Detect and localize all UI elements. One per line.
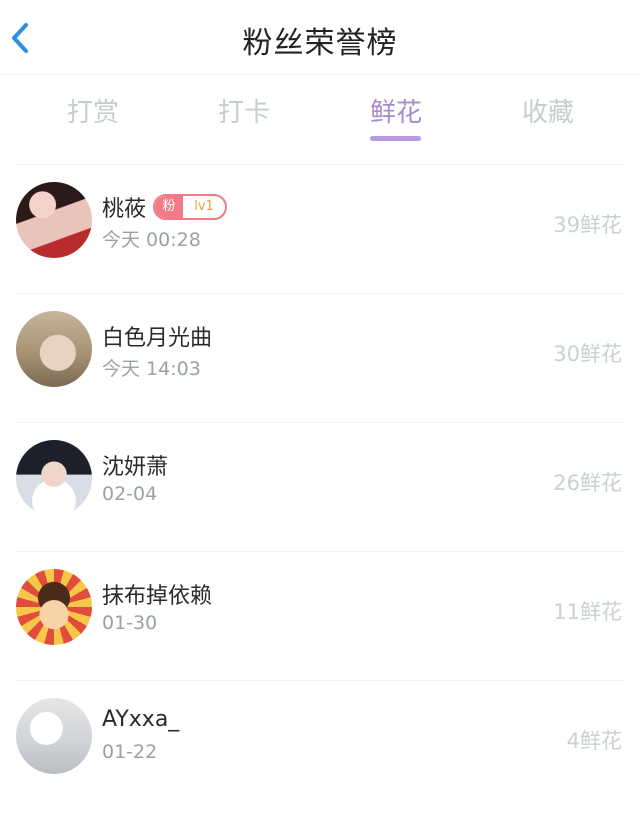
flower-count: 39鲜花 bbox=[553, 213, 622, 237]
tab-reward[interactable]: 打赏 bbox=[33, 92, 153, 129]
list-item[interactable]: 沈妍萧 02-04 26鲜花 bbox=[0, 423, 640, 552]
timestamp: 01-30 bbox=[102, 612, 158, 634]
badge-level-label: lv1 bbox=[194, 199, 214, 214]
flower-count: 26鲜花 bbox=[553, 471, 622, 495]
avatar[interactable] bbox=[16, 182, 92, 258]
flower-count: 4鲜花 bbox=[566, 729, 622, 753]
tab-bar: 打赏 打卡 鲜花 收藏 bbox=[0, 74, 640, 164]
flower-count: 30鲜花 bbox=[553, 342, 622, 366]
user-name: 抹布掉依赖 bbox=[102, 584, 213, 609]
list-item[interactable]: 抹布掉依赖 01-30 11鲜花 bbox=[0, 552, 640, 681]
tab-flowers[interactable]: 鲜花 bbox=[336, 92, 456, 129]
avatar[interactable] bbox=[16, 569, 92, 645]
top-bar: 粉丝荣誉榜 bbox=[0, 0, 640, 75]
list-item[interactable]: 白色月光曲 今天 14:03 30鲜花 bbox=[0, 294, 640, 423]
timestamp: 02-04 bbox=[102, 483, 158, 505]
list-item[interactable]: 桃莜 粉 lv1 今天 00:28 39鲜花 bbox=[0, 165, 640, 294]
flower-count: 11鲜花 bbox=[553, 600, 622, 624]
timestamp: 01-22 bbox=[102, 741, 158, 763]
user-name: AYxxa_ bbox=[102, 707, 180, 732]
active-tab-indicator bbox=[370, 136, 421, 141]
tab-checkin[interactable]: 打卡 bbox=[184, 92, 304, 129]
fan-level-badge: 粉 lv1 bbox=[153, 194, 227, 220]
avatar[interactable] bbox=[16, 698, 92, 774]
avatar[interactable] bbox=[16, 440, 92, 516]
badge-fan-label: 粉 bbox=[155, 196, 183, 218]
list-item[interactable]: AYxxa_ 01-22 4鲜花 bbox=[0, 681, 640, 819]
avatar[interactable] bbox=[16, 311, 92, 387]
user-name: 白色月光曲 bbox=[102, 326, 213, 351]
tab-favorites[interactable]: 收藏 bbox=[488, 92, 608, 129]
user-name: 沈妍萧 bbox=[102, 455, 169, 480]
page-title: 粉丝荣誉榜 bbox=[242, 26, 398, 61]
timestamp: 今天 14:03 bbox=[102, 358, 201, 380]
user-name: 桃莜 bbox=[102, 197, 147, 222]
timestamp: 今天 00:28 bbox=[102, 229, 201, 251]
